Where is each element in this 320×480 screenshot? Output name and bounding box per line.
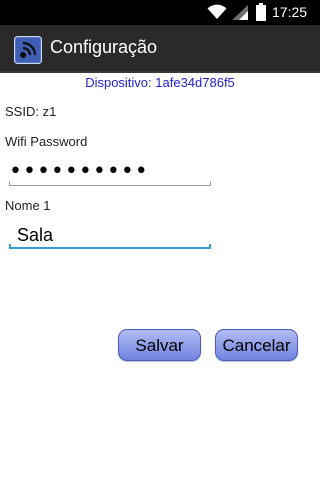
ssid-text: SSID: z1 (5, 104, 57, 119)
cancel-button[interactable]: Cancelar (215, 329, 298, 361)
wifi-password-label: Wifi Password (5, 134, 88, 149)
signal-icon (232, 5, 248, 20)
device-id-text: Dispositivo: 1afe34d786f5 (85, 75, 235, 90)
wifi-icon (207, 4, 227, 19)
status-time: 17:25 (272, 4, 308, 20)
status-bar: 17:25 (0, 0, 320, 25)
name-underline (9, 244, 211, 249)
page-title: Configuração (50, 37, 158, 57)
wireless-app-icon[interactable] (14, 36, 42, 64)
password-underline (9, 181, 211, 186)
name-field[interactable] (17, 222, 207, 248)
save-button[interactable]: Salvar (118, 329, 201, 361)
wifi-password-field[interactable] (9, 156, 211, 186)
battery-icon (256, 3, 266, 21)
action-bar: Configuração (0, 25, 320, 73)
name-label: Nome 1 (5, 198, 51, 213)
